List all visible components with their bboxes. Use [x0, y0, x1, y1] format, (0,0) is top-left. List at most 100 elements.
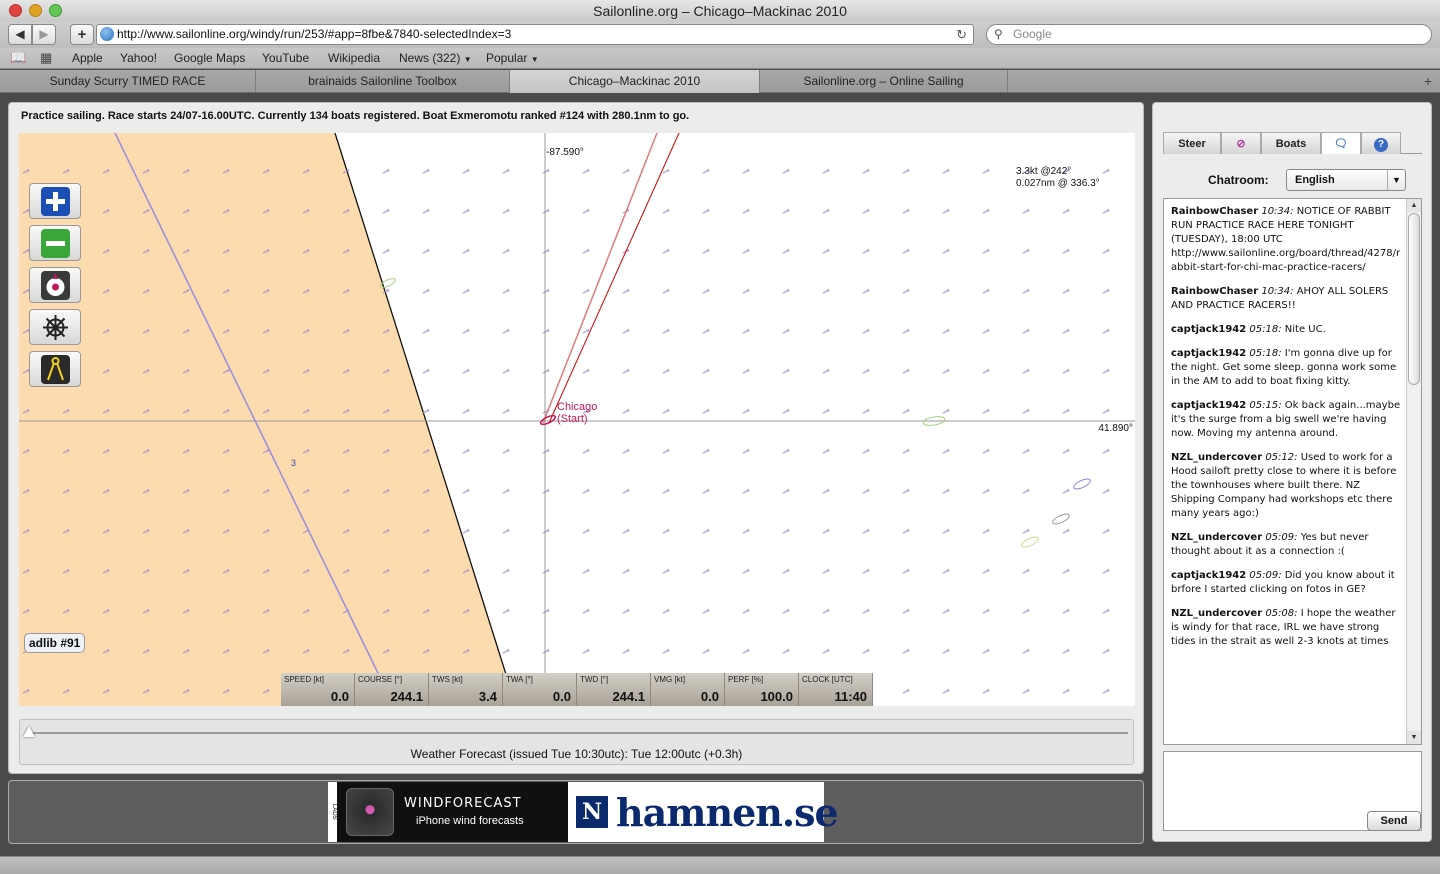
wind-arrow: [1102, 649, 1110, 654]
bookmark-yahoo[interactable]: Yahoo!: [120, 48, 157, 68]
zoom-out-button[interactable]: [29, 225, 81, 261]
wind-arrow: [462, 449, 470, 454]
scroll-up-icon[interactable]: ▲: [1407, 199, 1421, 212]
minimize-window-button[interactable]: [29, 4, 42, 17]
chat-message: NZL_undercover 05:09: Yes but never thou…: [1171, 531, 1403, 559]
wind-arrow: [542, 369, 550, 374]
wind-arrow: [542, 649, 550, 654]
wind-arrow: [1102, 329, 1110, 334]
wind-arrow: [822, 569, 830, 574]
scroll-thumb[interactable]: [1408, 213, 1420, 385]
wind-arrow: [702, 489, 710, 494]
wind-arrow: [982, 329, 990, 334]
close-window-button[interactable]: [9, 4, 22, 17]
wind-arrow: [622, 609, 630, 614]
bookmark-popular-label: Popular: [486, 51, 528, 65]
wind-arrow: [502, 529, 510, 534]
wind-arrow: [742, 569, 750, 574]
tab-sunday-scurry[interactable]: Sunday Scurry TIMED RACE: [0, 70, 256, 93]
tab-help[interactable]: ?: [1361, 132, 1401, 154]
add-bookmark-button[interactable]: +: [70, 24, 94, 45]
tab-sailonline-online-sailing[interactable]: Sailonline.org – Online Sailing: [760, 70, 1008, 93]
book-icon[interactable]: 📖: [10, 48, 26, 68]
tab-chicago-mackinac[interactable]: Chicago–Mackinac 2010: [510, 70, 760, 93]
tab-bar: Sunday Scurry TIMED RACE brainaids Sailo…: [0, 70, 1440, 93]
chat-message: RainbowChaser 10:34: NOTICE OF RABBIT RU…: [1171, 205, 1403, 275]
wind-arrow: [502, 209, 510, 214]
wind-arrow: [422, 289, 430, 294]
windforecast-ad[interactable]: LADS WINDFORECAST iPhone wind forecasts: [328, 782, 568, 842]
zoom-in-button[interactable]: [29, 183, 81, 219]
wind-arrow: [662, 249, 670, 254]
wind-arrow: [542, 489, 550, 494]
chat-scrollbar[interactable]: ▲ ▼: [1406, 199, 1421, 744]
hamnen-ad[interactable]: N hamnen.se: [568, 782, 839, 842]
address-bar[interactable]: http://www.sailonline.org/windy/run/253/…: [96, 24, 974, 45]
instrument-box: CLOCK [UTC] 11:40: [799, 673, 873, 706]
chatroom-select[interactable]: English ▼: [1286, 169, 1406, 191]
tab-brainaids-toolbox[interactable]: brainaids Sailonline Toolbox: [256, 70, 510, 93]
bookmark-popular[interactable]: Popular ▼: [486, 48, 539, 70]
globe-icon: [100, 27, 114, 41]
window-title: Sailonline.org – Chicago–Mackinac 2010: [593, 3, 847, 19]
wind-arrow: [462, 249, 470, 254]
chevron-down-icon: ▼: [463, 55, 472, 64]
bookmark-google-maps[interactable]: Google Maps: [174, 48, 245, 68]
zoom-window-button[interactable]: [49, 4, 62, 17]
wind-arrow: [502, 409, 510, 414]
wind-arrow: [542, 449, 550, 454]
bookmark-apple[interactable]: Apple: [72, 48, 103, 68]
bookmarks-bar: 📖 ▦ Apple Yahoo! Google Maps YouTube Wik…: [0, 48, 1440, 69]
wind-arrow: [942, 609, 950, 614]
chat-message-time: 05:08:: [1265, 608, 1298, 619]
tab-boats[interactable]: Boats: [1261, 132, 1321, 154]
bookmark-wikipedia[interactable]: Wikipedia: [328, 48, 380, 68]
plus-icon: [41, 187, 70, 216]
wind-arrow: [1062, 369, 1070, 374]
steering-wheel-button[interactable]: [29, 309, 81, 345]
wind-arrow: [662, 649, 670, 654]
wind-arrow: [702, 409, 710, 414]
window-titlebar: Sailonline.org – Chicago–Mackinac 2010: [0, 0, 1440, 22]
instrument-label: TWS [kt]: [432, 675, 463, 684]
new-tab-button[interactable]: +: [1424, 70, 1432, 92]
race-map[interactable]: -87.590° 41.890° 3.3kt @242° 0.027nm @ 3…: [19, 133, 1135, 706]
address-bar-text: http://www.sailonline.org/windy/run/253/…: [117, 27, 512, 41]
reload-icon[interactable]: ↻: [956, 25, 967, 44]
send-button[interactable]: Send: [1367, 811, 1421, 831]
bookmark-news[interactable]: News (322) ▼: [399, 48, 472, 70]
wind-arrow: [702, 609, 710, 614]
wind-arrow: [702, 529, 710, 534]
tab-polar[interactable]: ⊘: [1221, 132, 1261, 154]
compass-icon: [41, 271, 70, 300]
back-button[interactable]: ◀: [8, 24, 32, 45]
wind-arrow: [942, 489, 950, 494]
wind-arrow: [1022, 369, 1030, 374]
wind-arrow: [502, 369, 510, 374]
wind-arrow: [1022, 529, 1030, 534]
search-input[interactable]: ⚲ Google: [986, 24, 1432, 45]
center-boat-button[interactable]: [29, 267, 81, 303]
forward-button[interactable]: ▶: [32, 24, 56, 45]
instrument-box: PERF [%] 100.0: [725, 673, 799, 706]
scroll-down-icon[interactable]: ▼: [1407, 731, 1421, 744]
tab-chat[interactable]: 🗨: [1321, 132, 1361, 154]
tab-steer[interactable]: Steer: [1163, 132, 1221, 154]
wind-arrow: [902, 609, 910, 614]
forecast-slider-track[interactable]: [28, 732, 1128, 734]
wind-arrow: [862, 529, 870, 534]
wind-arrow: [662, 529, 670, 534]
forecast-slider-handle[interactable]: [23, 726, 35, 737]
measure-tool-button[interactable]: [29, 351, 81, 387]
wind-arrow: [702, 649, 710, 654]
wind-arrow: [462, 369, 470, 374]
bookmark-youtube[interactable]: YouTube: [262, 48, 309, 68]
wind-arrow: [542, 329, 550, 334]
wind-arrow: [862, 569, 870, 574]
boat-name-label[interactable]: adlib #91: [24, 633, 86, 653]
chat-message-user: RainbowChaser: [1171, 206, 1259, 217]
ads-side-label: LADS: [328, 782, 337, 842]
wind-arrow: [942, 289, 950, 294]
wind-arrow: [742, 329, 750, 334]
grid-icon[interactable]: ▦: [40, 48, 52, 68]
